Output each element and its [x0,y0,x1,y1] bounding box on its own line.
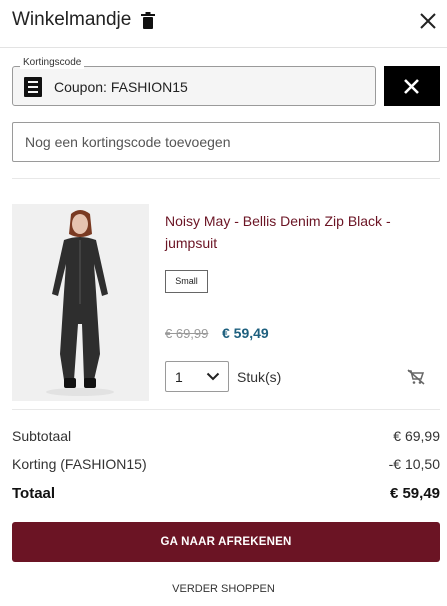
discount-value: -€ 10,50 [388,456,440,472]
close-icon[interactable] [418,11,438,31]
quantity-unit-label: Stuk(s) [237,369,282,385]
quantity-select[interactable]: 1 [165,361,229,392]
remove-coupon-button[interactable] [384,66,440,106]
coupon-code-input[interactable] [12,122,440,162]
sale-price: € 59,49 [222,325,269,341]
divider [12,178,440,179]
close-icon [404,79,419,94]
applied-coupon-text: Coupon: FASHION15 [54,79,188,95]
continue-shopping-link[interactable]: VERDER SHOPPEN [0,582,447,596]
product-title-link[interactable]: Noisy May - Bellis Denim Zip Black - jum… [165,210,425,254]
checkout-button[interactable]: GA NAAR AFREKENEN [12,522,440,562]
cart-drawer: Winkelmandje Coupon: FASHION15 Kortingsc… [0,0,447,606]
quantity-value: 1 [175,369,183,385]
remove-from-cart-icon[interactable] [407,369,425,385]
divider [12,409,440,410]
chevron-down-icon [206,372,220,381]
product-image[interactable] [12,204,149,401]
total-label: Totaal [12,485,56,502]
receipt-icon [24,77,42,97]
cart-header: Winkelmandje [0,0,447,48]
applied-coupon-field: Coupon: FASHION15 [12,66,376,106]
size-badge: Small [165,270,208,293]
coupon-field-label: Kortingscode [20,57,85,69]
original-price: € 69,99 [165,326,209,341]
subtotal-value: € 69,99 [393,428,440,444]
discount-label: Korting (FASHION15) [12,456,147,472]
trash-icon[interactable] [140,12,156,30]
cart-title: Winkelmandje [12,9,132,30]
subtotal-label: Subtotaal [12,428,72,444]
total-value: € 59,49 [389,485,440,502]
